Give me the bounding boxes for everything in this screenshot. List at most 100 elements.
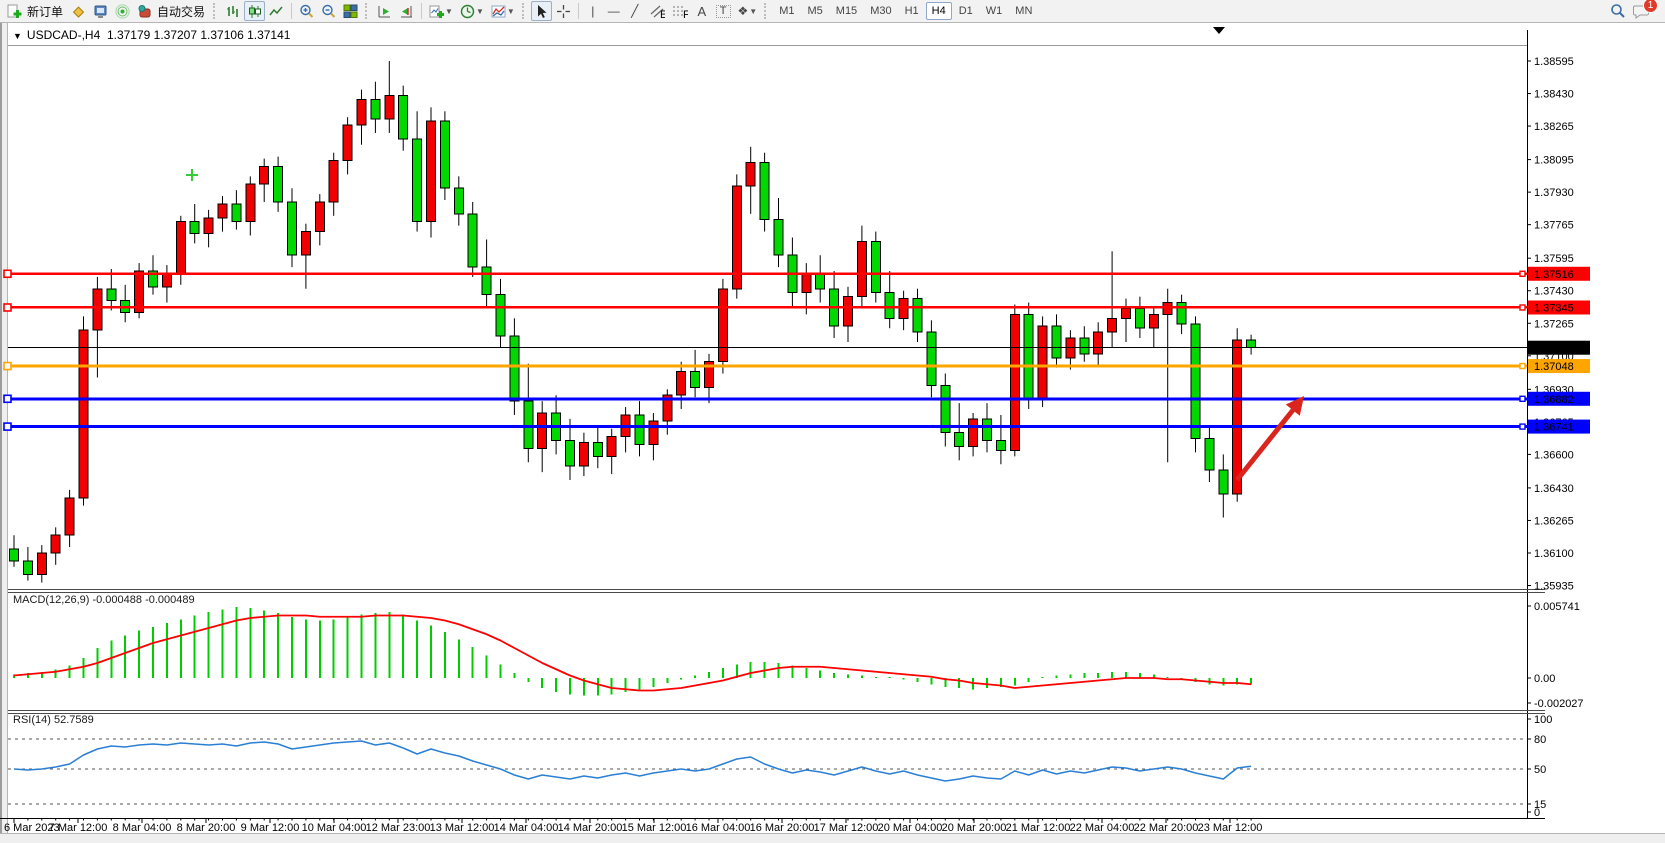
pivot-line-anchor[interactable] bbox=[4, 363, 11, 370]
price-label-badge-text: 1.37516 bbox=[1534, 269, 1574, 281]
new-chart-menu-button[interactable]: ▼ bbox=[426, 1, 456, 21]
notification-badge: 1 bbox=[1643, 0, 1658, 13]
candle bbox=[315, 202, 324, 232]
candle bbox=[51, 535, 60, 553]
resistance-line-1-anchor[interactable] bbox=[4, 270, 11, 277]
line-chart-icon bbox=[269, 4, 284, 19]
auto-scroll-button[interactable] bbox=[374, 1, 395, 21]
tab-timeframe-h4[interactable]: H4 bbox=[926, 2, 952, 20]
crosshair-button[interactable] bbox=[553, 1, 574, 21]
price-label-badge-text: 1.37048 bbox=[1534, 361, 1574, 373]
candle bbox=[885, 293, 894, 319]
tab-timeframe-h1[interactable]: H1 bbox=[899, 2, 925, 20]
support-line-1-anchor[interactable] bbox=[4, 395, 11, 402]
text-button[interactable]: A bbox=[692, 1, 712, 21]
rsi-axis-label: 80 bbox=[1534, 734, 1546, 746]
candle bbox=[468, 214, 477, 267]
tab-timeframe-d1[interactable]: D1 bbox=[953, 2, 979, 20]
chat-button[interactable]: 1 bbox=[1630, 1, 1653, 21]
rsi-indicator-label: RSI(14) 52.7589 bbox=[13, 714, 94, 726]
trend-arrow[interactable] bbox=[1237, 410, 1293, 480]
text-label-button[interactable]: T bbox=[713, 1, 734, 21]
time-axis-label: 21 Mar 12:00 bbox=[1006, 822, 1071, 834]
crosshair-icon bbox=[556, 4, 571, 19]
chart-canvas[interactable]: 1.385951.384301.382651.380951.379301.377… bbox=[0, 23, 1665, 843]
candle bbox=[1191, 324, 1200, 438]
tab-timeframe-w1[interactable]: W1 bbox=[980, 2, 1009, 20]
support-line-2-anchor[interactable] bbox=[4, 423, 11, 430]
search-button[interactable] bbox=[1607, 1, 1629, 21]
candle bbox=[135, 271, 144, 312]
price-tick-label: 1.37265 bbox=[1534, 318, 1574, 330]
market-watch-icon bbox=[71, 4, 86, 19]
candle bbox=[246, 184, 255, 221]
new-order-label[interactable]: 新订单 bbox=[27, 3, 63, 20]
time-axis-label: 22 Mar 20:00 bbox=[1134, 822, 1199, 834]
chart-menu-icon[interactable]: ▼ bbox=[13, 31, 22, 41]
tab-timeframe-m15[interactable]: M15 bbox=[830, 2, 863, 20]
tab-timeframe-mn[interactable]: MN bbox=[1009, 2, 1038, 20]
candlestick-chart-icon bbox=[247, 4, 262, 19]
trendline-button[interactable]: ╱ bbox=[625, 1, 645, 21]
data-window-button[interactable] bbox=[90, 1, 111, 21]
horizontal-line-button[interactable]: — bbox=[604, 1, 624, 21]
autotrading-button[interactable] bbox=[134, 1, 155, 21]
line-chart-button[interactable] bbox=[266, 1, 287, 21]
candle bbox=[996, 441, 1005, 451]
candle bbox=[538, 413, 547, 448]
tab-timeframe-m5[interactable]: M5 bbox=[802, 2, 829, 20]
new-order-button[interactable] bbox=[4, 1, 25, 21]
time-axis-label: 16 Mar 20:00 bbox=[750, 822, 815, 834]
tab-timeframe-m1[interactable]: M1 bbox=[773, 2, 800, 20]
tab-timeframe-m30[interactable]: M30 bbox=[864, 2, 897, 20]
candle bbox=[1205, 439, 1214, 471]
autotrading-icon bbox=[137, 4, 152, 19]
time-axis-label: 20 Mar 04:00 bbox=[878, 822, 943, 834]
zoom-in-button[interactable] bbox=[296, 1, 317, 21]
chart-title: ▼USDCAD-,H4 1.37179 1.37207 1.37106 1.37… bbox=[13, 28, 290, 42]
signals-button[interactable] bbox=[112, 1, 133, 21]
window-border-left bbox=[0, 23, 2, 843]
candle bbox=[718, 289, 727, 362]
candle bbox=[760, 163, 769, 220]
resistance-line-2-anchor[interactable] bbox=[4, 304, 11, 311]
toolbar-grip bbox=[365, 3, 370, 19]
candle bbox=[79, 330, 88, 498]
candle bbox=[440, 121, 449, 188]
bar-chart-icon bbox=[225, 4, 240, 19]
bar-chart-button[interactable] bbox=[222, 1, 243, 21]
candle bbox=[288, 202, 297, 255]
autotrading-label[interactable]: 自动交易 bbox=[157, 3, 205, 20]
candle bbox=[65, 498, 74, 535]
zoom-out-button[interactable] bbox=[318, 1, 339, 21]
vertical-line-button[interactable]: | bbox=[583, 1, 603, 21]
time-axis-label: 13 Mar 12:00 bbox=[430, 822, 495, 834]
shapes-icon: ❖ bbox=[738, 5, 749, 17]
price-tick-label: 1.35935 bbox=[1534, 581, 1574, 593]
shapes-menu-button[interactable]: ❖▼ bbox=[735, 1, 761, 21]
chart-shift-marker[interactable] bbox=[1213, 27, 1225, 34]
indicators-menu-button[interactable]: ▼ bbox=[488, 1, 518, 21]
candle bbox=[510, 336, 519, 401]
candle bbox=[454, 188, 463, 214]
market-watch-button[interactable] bbox=[68, 1, 89, 21]
candle bbox=[524, 401, 533, 448]
time-axis-label: 22 Mar 04:00 bbox=[1070, 822, 1135, 834]
chart-shift-button[interactable] bbox=[396, 1, 417, 21]
cursor-button[interactable] bbox=[531, 1, 552, 21]
candle bbox=[371, 99, 380, 119]
price-label-badge-text: 1.36882 bbox=[1534, 394, 1574, 406]
candle bbox=[1122, 308, 1131, 318]
timeframe-menu-button[interactable]: ▼ bbox=[457, 1, 487, 21]
time-axis-label: 17 Mar 12:00 bbox=[814, 822, 879, 834]
fibonacci-button[interactable]: F bbox=[669, 1, 691, 21]
toolbar-separator bbox=[578, 3, 579, 19]
candle bbox=[357, 99, 366, 125]
candle bbox=[218, 204, 227, 218]
candlestick-chart-button[interactable] bbox=[244, 1, 265, 21]
equidistant-channel-button[interactable]: E bbox=[646, 1, 668, 21]
tile-windows-button[interactable] bbox=[340, 1, 361, 21]
macd-axis-label: -0.002027 bbox=[1534, 698, 1584, 710]
candle bbox=[857, 241, 866, 296]
candle bbox=[274, 166, 283, 201]
